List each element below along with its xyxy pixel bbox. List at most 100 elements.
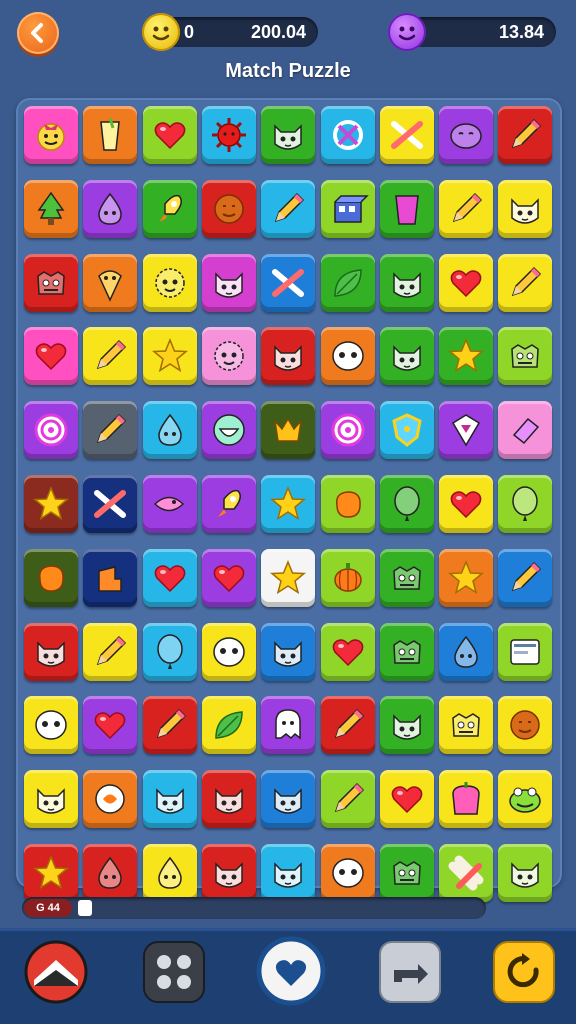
heart-button[interactable] <box>256 936 326 1008</box>
game-tile[interactable] <box>439 844 494 902</box>
game-tile[interactable] <box>201 548 256 607</box>
game-tile[interactable] <box>142 770 197 829</box>
game-tile[interactable] <box>379 844 434 902</box>
game-tile[interactable] <box>83 548 138 607</box>
game-tile[interactable] <box>320 548 375 607</box>
game-tile[interactable] <box>379 401 434 460</box>
game-tile[interactable] <box>498 844 553 902</box>
game-tile[interactable] <box>201 327 256 386</box>
game-tile[interactable] <box>261 622 316 681</box>
game-tile[interactable] <box>261 106 316 164</box>
game-tile[interactable] <box>498 770 553 829</box>
game-tile[interactable] <box>320 696 375 755</box>
game-tile[interactable] <box>320 770 375 829</box>
game-tile[interactable] <box>320 106 375 164</box>
game-tile[interactable] <box>320 475 375 533</box>
game-tile[interactable] <box>142 253 197 312</box>
game-tile[interactable] <box>201 844 256 902</box>
game-tile[interactable] <box>24 401 78 460</box>
game-tile[interactable] <box>379 548 434 607</box>
game-tile[interactable] <box>379 327 434 386</box>
game-tile[interactable] <box>83 106 138 164</box>
game-tile[interactable] <box>201 696 256 755</box>
game-tile[interactable] <box>261 475 316 533</box>
home-button[interactable] <box>24 940 88 1006</box>
game-tile[interactable] <box>142 696 197 755</box>
game-tile[interactable] <box>24 622 78 681</box>
game-tile[interactable] <box>201 401 256 460</box>
game-tile[interactable] <box>379 179 434 238</box>
game-tile[interactable] <box>379 106 434 164</box>
game-tile[interactable] <box>261 253 316 312</box>
game-tile[interactable] <box>439 327 494 386</box>
game-tile[interactable] <box>24 179 78 238</box>
game-tile[interactable] <box>24 548 78 607</box>
game-tile[interactable] <box>439 622 494 681</box>
game-tile[interactable] <box>439 106 494 164</box>
game-tile[interactable] <box>83 770 138 829</box>
game-tile[interactable] <box>498 179 553 238</box>
game-tile[interactable] <box>83 253 138 312</box>
game-tile[interactable] <box>83 475 138 533</box>
game-tile[interactable] <box>201 253 256 312</box>
game-tile[interactable] <box>83 696 138 755</box>
game-tile[interactable] <box>83 401 138 460</box>
game-tile[interactable] <box>83 622 138 681</box>
game-tile[interactable] <box>261 327 316 386</box>
game-tile[interactable] <box>201 622 256 681</box>
refresh-button[interactable] <box>492 940 556 1006</box>
game-tile[interactable] <box>24 327 78 386</box>
game-tile[interactable] <box>142 327 197 386</box>
game-tile[interactable] <box>142 475 197 533</box>
game-tile[interactable] <box>320 253 375 312</box>
game-tile[interactable] <box>320 844 375 902</box>
game-tile[interactable] <box>142 548 197 607</box>
game-tile[interactable] <box>201 475 256 533</box>
game-tile[interactable] <box>439 253 494 312</box>
game-tile[interactable] <box>83 179 138 238</box>
game-tile[interactable] <box>142 844 197 902</box>
game-tile[interactable] <box>439 548 494 607</box>
game-tile[interactable] <box>379 696 434 755</box>
back-button[interactable] <box>17 12 59 54</box>
game-tile[interactable] <box>498 696 553 755</box>
game-tile[interactable] <box>498 622 553 681</box>
game-tile[interactable] <box>320 179 375 238</box>
game-tile[interactable] <box>142 401 197 460</box>
shuffle-button[interactable] <box>378 940 442 1006</box>
game-tile[interactable] <box>498 548 553 607</box>
game-tile[interactable] <box>379 622 434 681</box>
game-tile[interactable] <box>261 770 316 829</box>
grid-button[interactable] <box>142 940 206 1006</box>
game-tile[interactable] <box>439 179 494 238</box>
game-tile[interactable] <box>261 548 316 607</box>
game-tile[interactable] <box>498 475 553 533</box>
game-tile[interactable] <box>142 622 197 681</box>
game-tile[interactable] <box>201 106 256 164</box>
game-tile[interactable] <box>142 179 197 238</box>
game-tile[interactable] <box>201 770 256 829</box>
game-tile[interactable] <box>439 696 494 755</box>
game-tile[interactable] <box>320 401 375 460</box>
game-tile[interactable] <box>379 475 434 533</box>
game-tile[interactable] <box>261 401 316 460</box>
game-tile[interactable] <box>439 401 494 460</box>
game-tile[interactable] <box>24 696 78 755</box>
game-tile[interactable] <box>24 475 78 533</box>
game-tile[interactable] <box>24 844 78 902</box>
game-tile[interactable] <box>320 622 375 681</box>
game-tile[interactable] <box>83 844 138 902</box>
game-tile[interactable] <box>83 327 138 386</box>
game-tile[interactable] <box>379 253 434 312</box>
game-tile[interactable] <box>24 770 78 829</box>
game-tile[interactable] <box>498 253 553 312</box>
game-tile[interactable] <box>439 475 494 533</box>
game-tile[interactable] <box>24 106 78 164</box>
game-tile[interactable] <box>142 106 197 164</box>
game-tile[interactable] <box>498 106 553 164</box>
game-tile[interactable] <box>498 401 553 460</box>
game-tile[interactable] <box>261 844 316 902</box>
game-tile[interactable] <box>498 327 553 386</box>
game-tile[interactable] <box>261 696 316 755</box>
game-tile[interactable] <box>24 253 78 312</box>
